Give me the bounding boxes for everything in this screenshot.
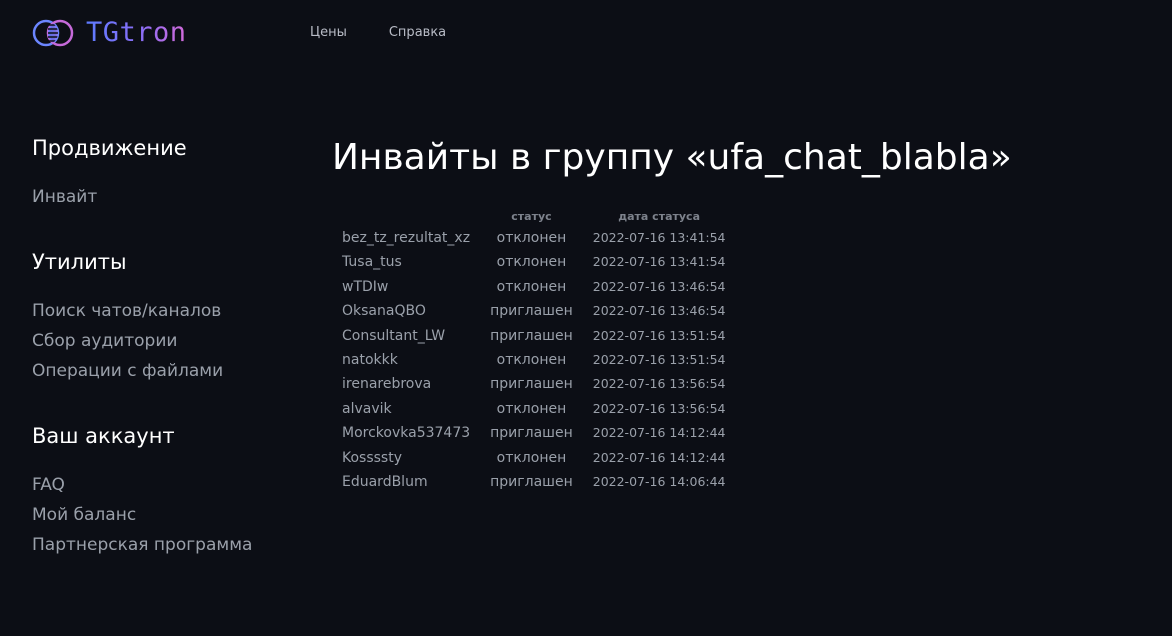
nav-link-help[interactable]: Справка: [389, 24, 446, 42]
status-cell: приглашен: [490, 303, 573, 320]
column-header-status: статус: [511, 210, 552, 223]
user-cell: natokkk: [342, 352, 398, 369]
status-date-cell: 2022-07-16 13:51:54: [592, 327, 726, 343]
user-cell: Tusa_tus: [342, 254, 402, 271]
page-title: Инвайты в группу «ufa_chat_blabla»: [332, 137, 1012, 178]
sidebar-item-balance[interactable]: Мой баланс: [32, 500, 302, 530]
status-cell: отклонен: [496, 400, 567, 417]
sidebar-heading: Утилиты: [32, 250, 127, 274]
sidebar-item-search-chats[interactable]: Поиск чатов/каналов: [32, 296, 302, 326]
main-content: Инвайты в группу «ufa_chat_blabla» стату…: [332, 134, 1132, 490]
sidebar-item-file-operations[interactable]: Операции с файлами: [32, 356, 302, 386]
brand-name: TGtron: [86, 17, 187, 48]
user-cell: Consultant_LW: [342, 327, 446, 344]
sidebar-list: FAQ Мой баланс Партнерская программа: [32, 470, 302, 560]
user-cell: EduardBlum: [342, 474, 428, 491]
status-cell: приглашен: [490, 474, 573, 491]
sidebar-item-invite[interactable]: Инвайт: [32, 182, 302, 212]
status-date-cell: 2022-07-16 14:06:44: [592, 474, 726, 490]
sidebar: Продвижение Инвайт Утилиты Поиск чатов/к…: [32, 134, 302, 586]
sidebar-list: Инвайт: [32, 182, 302, 212]
table-row: Kossssty отклонен 2022-07-16 14:12:44: [332, 446, 736, 470]
status-date-cell: 2022-07-16 13:41:54: [592, 230, 726, 245]
sidebar-item-partner-program[interactable]: Партнерская программа: [32, 530, 302, 560]
table-row: OksanaQBO приглашен 2022-07-16 13:46:54: [332, 299, 736, 323]
status-cell: отклонен: [496, 449, 567, 466]
user-cell: Kossssty: [342, 449, 402, 466]
status-date-cell: 2022-07-16 13:46:54: [592, 278, 726, 294]
nav-link-prices[interactable]: Цены: [310, 24, 347, 42]
invites-table: статус дата статуса bez_tz_rezultat_xz от…: [332, 208, 736, 494]
table-row: bez_tz_rezultat_xz отклонен 2022-07-16 13:…: [332, 226, 736, 250]
sidebar-heading: Ваш аккаунт: [32, 424, 175, 448]
sidebar-item-audience[interactable]: Сбор аудитории: [32, 326, 302, 356]
user-cell: wTDIw: [342, 278, 389, 295]
status-cell: приглашен: [490, 425, 573, 442]
status-date-cell: 2022-07-16 13:41:54: [592, 254, 726, 270]
table-row: irenarebrova приглашен 2022-07-16 13:56:54: [332, 372, 736, 396]
status-date-cell: 2022-07-16 14:12:44: [592, 449, 726, 465]
sidebar-group-utilities: Утилиты Поиск чатов/каналов Сбор аудитор…: [32, 248, 302, 386]
table-row: Morckovka537473 приглашен 2022-07-16 14:12…: [332, 421, 736, 445]
status-date-cell: 2022-07-16 13:56:54: [592, 400, 726, 416]
user-cell: OksanaQBO: [342, 303, 426, 320]
status-date-cell: 2022-07-16 13:56:54: [592, 376, 726, 392]
sidebar-group-promotion: Продвижение Инвайт: [32, 134, 302, 212]
table-body: bez_tz_rezultat_xz отклонен 2022-07-16 13:…: [332, 226, 736, 494]
sidebar-heading: Продвижение: [32, 136, 187, 160]
status-cell: приглашен: [490, 376, 573, 393]
status-date-cell: 2022-07-16 13:46:54: [592, 303, 726, 319]
sidebar-group-account: Ваш аккаунт FAQ Мой баланс Партнерская п…: [32, 422, 302, 560]
status-cell: отклонен: [496, 230, 567, 246]
status-cell: отклонен: [496, 278, 567, 295]
column-header-status-date: дата статуса: [618, 210, 700, 223]
table-row: Tusa_tus отклонен 2022-07-16 13:41:54: [332, 250, 736, 274]
table-row: Consultant_LW приглашен 2022-07-16 13:51:5…: [332, 324, 736, 348]
user-cell: Morckovka537473: [342, 425, 471, 442]
table-row: EduardBlum приглашен 2022-07-16 14:06:44: [332, 470, 736, 494]
table-header-row: статус дата статуса: [332, 208, 736, 226]
sidebar-item-faq[interactable]: FAQ: [32, 470, 302, 500]
table-row: alvavik отклонен 2022-07-16 13:56:54: [332, 397, 736, 421]
table-row: wTDIw отклонен 2022-07-16 13:46:54: [332, 275, 736, 299]
status-cell: приглашен: [490, 327, 573, 344]
sidebar-list: Поиск чатов/каналов Сбор аудитории Опера…: [32, 296, 302, 386]
top-nav: Цены Справка: [310, 24, 488, 42]
status-cell: отклонен: [496, 254, 567, 271]
table-row: natokkk отклонен 2022-07-16 13:51:54: [332, 348, 736, 372]
logo-icon: [32, 19, 74, 47]
logo[interactable]: TGtron: [32, 17, 187, 49]
user-cell: alvavik: [342, 400, 392, 417]
user-cell: irenarebrova: [342, 376, 432, 393]
header: TGtron Цены Справка: [0, 0, 1172, 70]
status-date-cell: 2022-07-16 13:51:54: [592, 352, 726, 368]
column-header-user: [332, 208, 480, 226]
status-cell: отклонен: [496, 352, 567, 369]
user-cell: bez_tz_rezultat_xz: [342, 230, 471, 246]
status-date-cell: 2022-07-16 14:12:44: [592, 425, 726, 441]
